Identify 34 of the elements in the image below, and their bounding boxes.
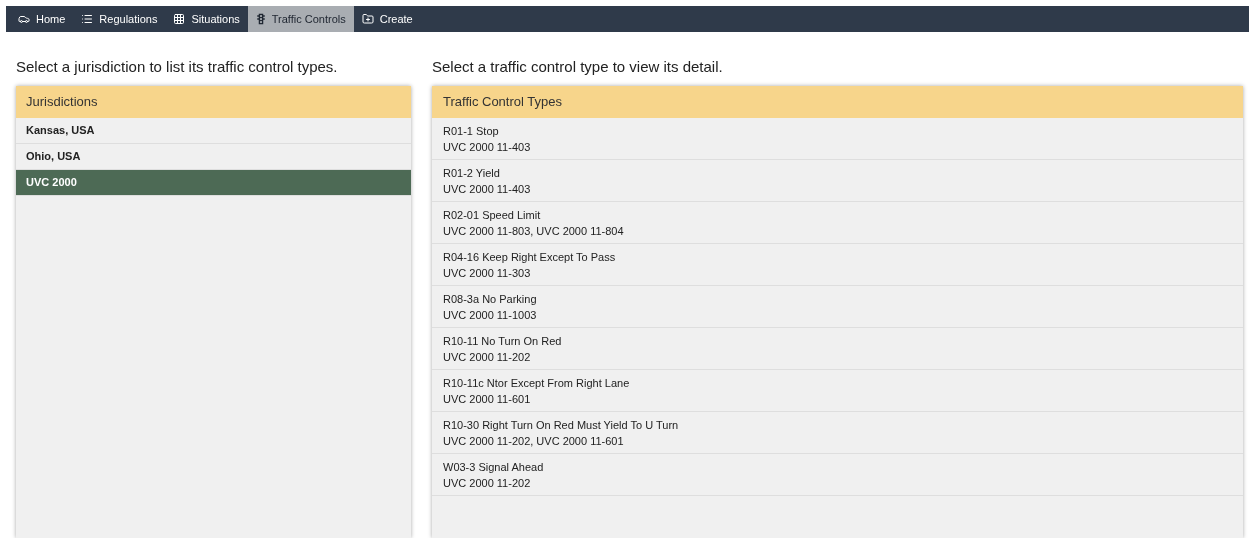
jurisdictions-prompt: Select a jurisdiction to list its traffic control types.: [16, 57, 339, 77]
type-references: UVC 2000 11-202: [443, 349, 532, 365]
nav-tab[interactable]: Regulations: [73, 6, 166, 32]
type-name[interactable]: W03-3 Signal Ahead: [443, 458, 1232, 475]
type-name[interactable]: R01-2 Yield: [443, 164, 1232, 181]
folder-plus-icon: [361, 13, 374, 25]
nav-tab[interactable]: Home: [10, 6, 74, 32]
type-references: UVC 2000 11-303: [443, 265, 532, 281]
type-name[interactable]: R10-30 Right Turn On Red Must Yield To U Turn: [443, 416, 1232, 433]
type-name[interactable]: R04-16 Keep Right Except To Pass: [443, 248, 1232, 265]
types-prompt: Select a traffic control type to view its detail.: [432, 57, 724, 77]
nav-tab[interactable]: Situations: [165, 6, 248, 32]
type-name[interactable]: R08-3a No Parking: [443, 290, 1232, 307]
type-name[interactable]: R02-01 Speed Limit: [443, 206, 1232, 223]
car-icon: [18, 13, 30, 25]
jurisdiction-item[interactable]: Kansas, USA: [16, 118, 411, 144]
type-references: UVC 2000 11-202: [443, 475, 532, 491]
nav-tab[interactable]: Create: [353, 6, 421, 32]
traffic-light-icon: [255, 13, 266, 25]
nav-tab[interactable]: Traffic Controls: [247, 6, 354, 32]
type-references: UVC 2000 11-1003: [443, 307, 538, 323]
panel-header: Jurisdictions: [16, 86, 411, 118]
type-name[interactable]: R10-11 No Turn On Red: [443, 332, 1232, 349]
type-references: UVC 2000 11-601: [443, 391, 532, 407]
type-references: UVC 2000 11-202, UVC 2000 11-601: [443, 433, 625, 449]
type-references: UVC 2000 11-803, UVC 2000 11-804: [443, 223, 625, 239]
type-references: UVC 2000 11-403: [443, 181, 532, 197]
panel-header: Traffic Control Types: [432, 86, 1243, 118]
grid-icon: [173, 13, 186, 25]
type-name[interactable]: R10-11c Ntor Except From Right Lane: [443, 374, 1232, 391]
list-icon: [81, 13, 94, 25]
type-name[interactable]: R01-1 Stop: [443, 122, 1232, 139]
type-references: UVC 2000 11-403: [443, 139, 532, 155]
jurisdiction-item[interactable]: UVC 2000: [16, 170, 411, 196]
